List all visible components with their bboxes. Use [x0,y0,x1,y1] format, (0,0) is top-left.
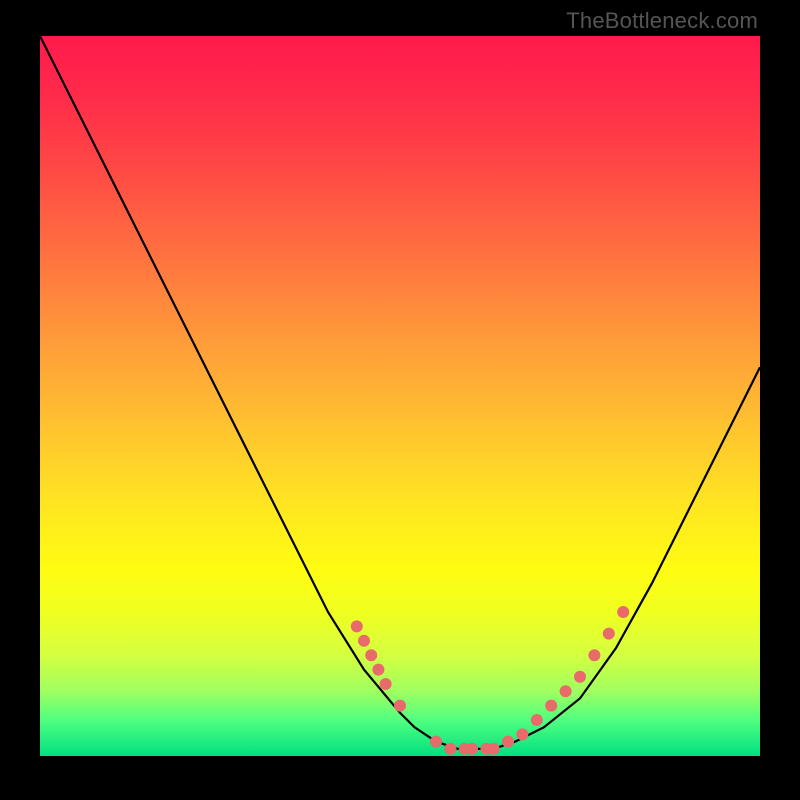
chart-container: { "watermark": "TheBottleneck.com", "cha… [0,0,800,800]
watermark-text: TheBottleneck.com [566,8,758,34]
plot-background [40,36,760,756]
